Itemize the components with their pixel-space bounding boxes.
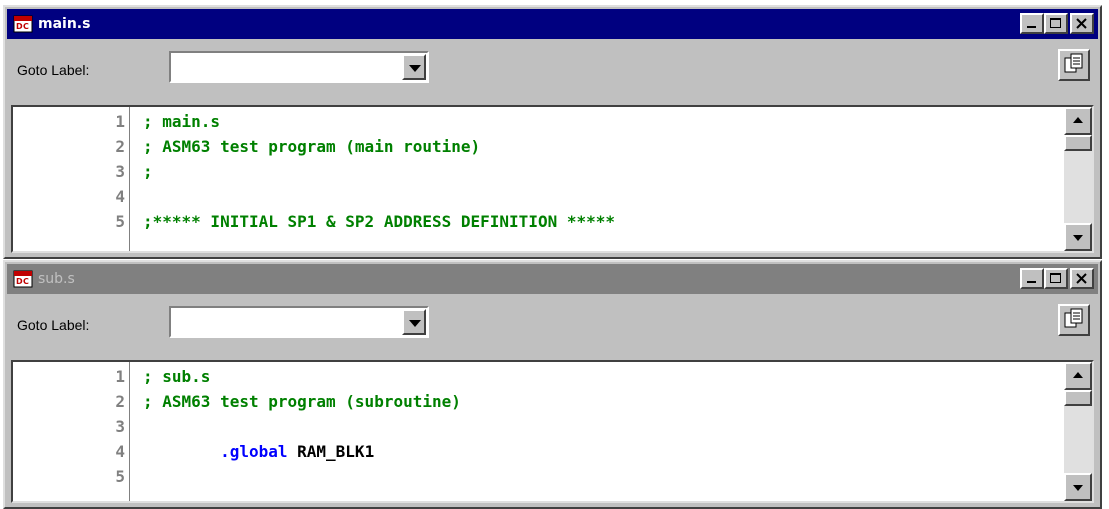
code-editor[interactable]: 1 ; sub.s 2 ; ASM63 test program (subrouti… [11, 360, 1094, 503]
goto-label: Goto Label: [17, 317, 90, 333]
code-text: ; ASM63 test program (main routine) [143, 137, 481, 156]
symbol-token: RAM_BLK1 [287, 442, 375, 461]
line-number: 5 [115, 467, 125, 486]
title-bar[interactable]: DC sub.s [7, 264, 1098, 294]
line-number: 1 [115, 112, 125, 131]
minimize-icon [1027, 26, 1036, 28]
title-bar[interactable]: DC main.s [7, 9, 1098, 39]
close-icon [1076, 273, 1087, 284]
goto-toolbar: Goto Label: [7, 296, 1098, 358]
code-text: ; [143, 162, 153, 181]
goto-label-combo[interactable] [169, 51, 429, 83]
maximize-icon [1050, 18, 1061, 28]
maximize-icon [1050, 273, 1061, 283]
scroll-thumb[interactable] [1064, 390, 1092, 406]
code-text: .global RAM_BLK1 [143, 439, 374, 465]
doc-icon: DC [13, 270, 33, 288]
close-button[interactable] [1070, 268, 1094, 289]
dropdown-arrow-icon[interactable] [402, 309, 426, 335]
code-text: ; sub.s [143, 367, 211, 386]
copy-icon [1064, 53, 1083, 73]
line-number: 2 [115, 392, 125, 411]
svg-text:C: C [23, 277, 29, 286]
vertical-scrollbar[interactable] [1064, 107, 1092, 251]
minimize-icon [1027, 281, 1036, 283]
code-text: ;***** INITIAL SP1 & SP2 ADDRESS DEFINIT… [143, 212, 616, 231]
copy-button[interactable] [1058, 49, 1090, 81]
code-text: ; ASM63 test program (subroutine) [143, 392, 461, 411]
dropdown-arrow-icon[interactable] [402, 54, 426, 80]
svg-text:C: C [23, 22, 29, 31]
line-number: 3 [115, 417, 125, 436]
copy-icon [1064, 308, 1083, 328]
scroll-down-icon[interactable] [1064, 473, 1092, 501]
maximize-button[interactable] [1044, 13, 1068, 34]
goto-label-combo[interactable] [169, 306, 429, 338]
vertical-scrollbar[interactable] [1064, 362, 1092, 501]
minimize-button[interactable] [1020, 268, 1044, 289]
window-title: sub.s [38, 271, 75, 287]
maximize-button[interactable] [1044, 268, 1068, 289]
scroll-up-icon[interactable] [1064, 362, 1092, 390]
code-text: ; main.s [143, 112, 221, 131]
line-number: 1 [115, 367, 125, 386]
close-icon [1076, 18, 1087, 29]
line-number: 4 [115, 187, 125, 206]
close-button[interactable] [1070, 13, 1094, 34]
editor-window-sub[interactable]: DC sub.s Goto Label: 1; sub.s 2; ASM63 t… [3, 260, 1102, 509]
line-number: 4 [115, 442, 125, 461]
svg-text:D: D [16, 22, 23, 31]
editor-window-main[interactable]: DC main.s Goto Label: 1; main.s 2; ASM63… [3, 5, 1102, 259]
copy-button[interactable] [1058, 304, 1090, 336]
svg-text:D: D [16, 277, 23, 286]
scroll-thumb[interactable] [1064, 135, 1092, 151]
line-number: 3 [115, 162, 125, 181]
goto-toolbar: Goto Label: [7, 41, 1098, 103]
minimize-button[interactable] [1020, 13, 1044, 34]
line-number: 2 [115, 137, 125, 156]
goto-label: Goto Label: [17, 62, 90, 78]
doc-icon: DC [13, 15, 33, 33]
scroll-down-icon[interactable] [1064, 223, 1092, 251]
gutter-separator [129, 107, 130, 251]
scroll-up-icon[interactable] [1064, 107, 1092, 135]
line-number: 5 [115, 212, 125, 231]
gutter-separator [129, 362, 130, 501]
window-title: main.s [38, 16, 91, 32]
code-editor[interactable]: 1 ; main.s 2 ; ASM63 test program (main ro… [11, 105, 1094, 253]
directive-token: .global [143, 442, 288, 461]
